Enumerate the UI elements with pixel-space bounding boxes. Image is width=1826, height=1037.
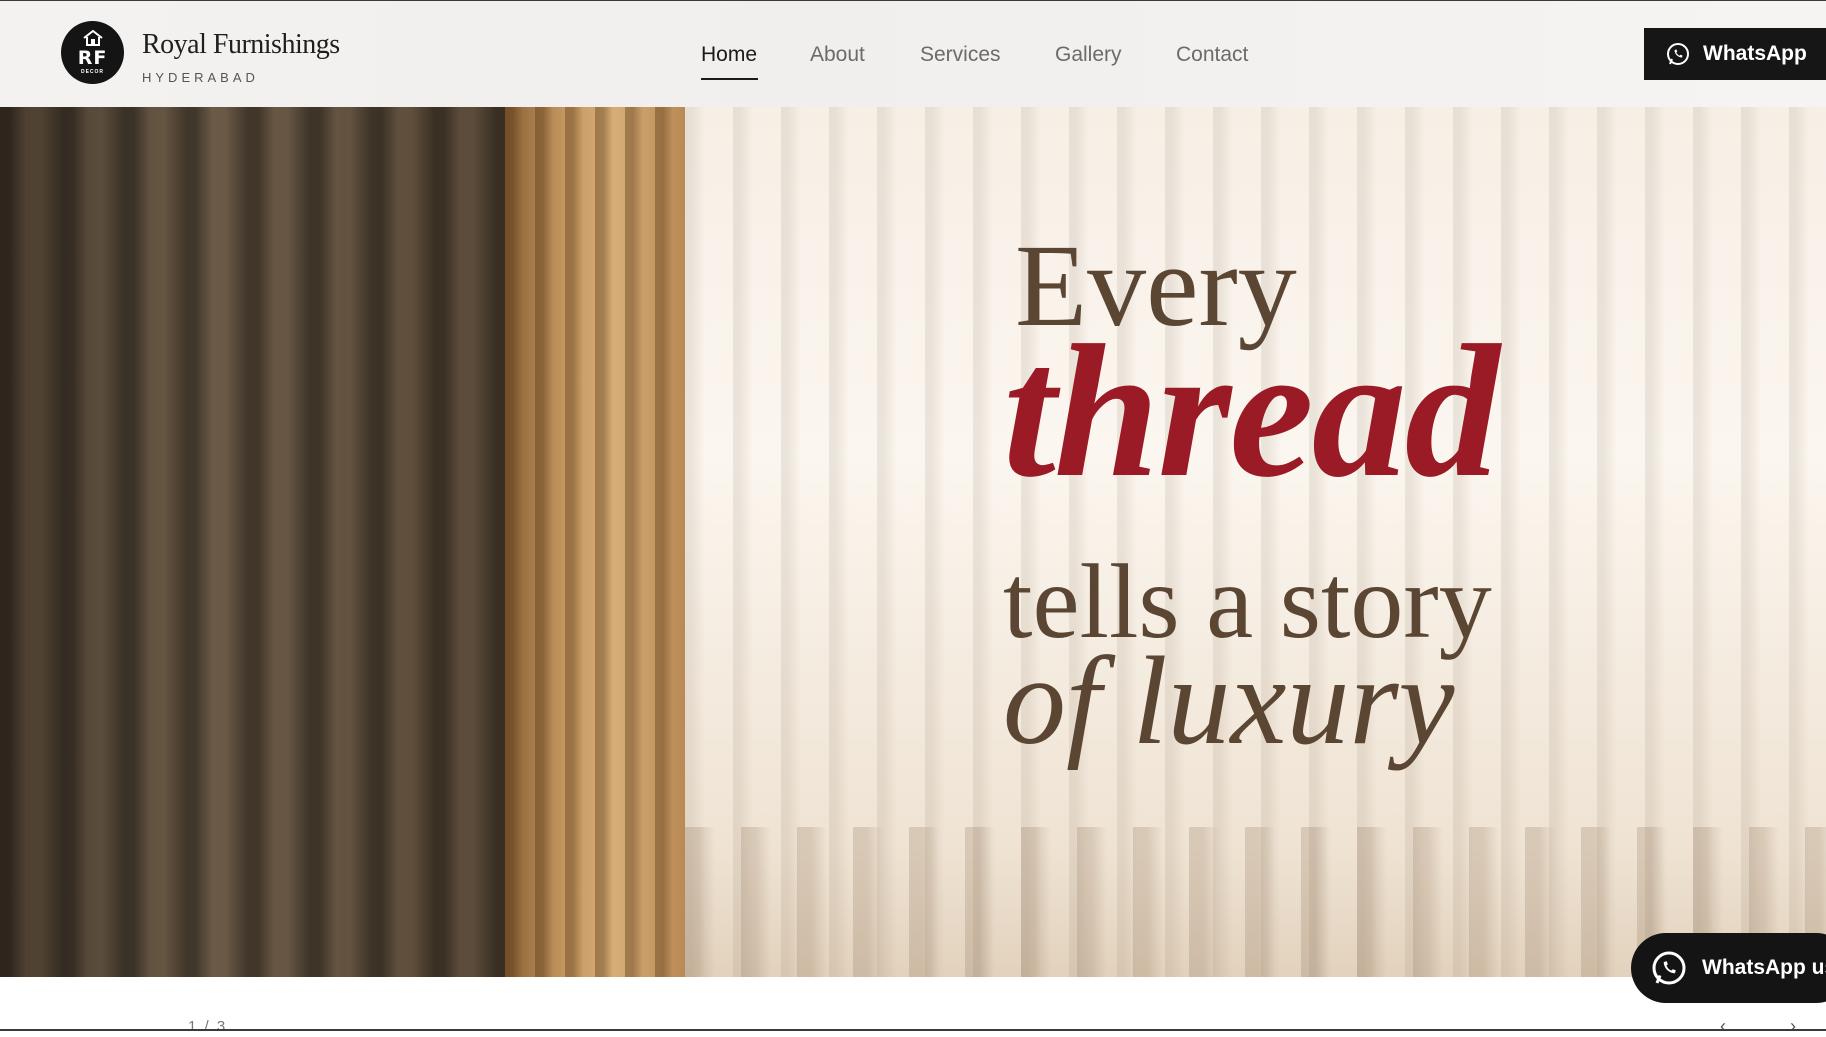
whatsapp-icon: [1667, 43, 1689, 65]
brand-logo[interactable]: RF DECOR: [61, 21, 124, 84]
nav-contact[interactable]: Contact: [1176, 43, 1248, 67]
logo-subtext: DECOR: [80, 69, 105, 75]
hero-banner: Every thread tells a story of luxury: [0, 107, 1826, 977]
floating-whatsapp-label: WhatsApp us: [1702, 956, 1826, 979]
slider-next-arrow[interactable]: ›: [1790, 1016, 1796, 1037]
header-whatsapp-button[interactable]: WhatsApp: [1644, 28, 1826, 80]
brand-city: HYDERABAD: [142, 70, 259, 85]
header-whatsapp-label: WhatsApp: [1703, 42, 1807, 65]
hero-curtain-linen: [505, 107, 685, 977]
hero-curtain-dark: [0, 107, 505, 977]
logo-monogram: RF: [77, 47, 108, 69]
hero-line-thread: thread: [1003, 307, 1500, 517]
nav-active-indicator: [701, 78, 758, 80]
floating-whatsapp-button[interactable]: WhatsApp us: [1631, 933, 1826, 1003]
slider-prev-arrow[interactable]: ‹: [1720, 1016, 1726, 1037]
house-icon: [83, 30, 103, 46]
nav-home[interactable]: Home: [701, 43, 757, 67]
nav-services[interactable]: Services: [920, 43, 1001, 67]
brand-name[interactable]: Royal Furnishings: [142, 29, 340, 61]
whatsapp-icon: [1652, 951, 1686, 985]
slide-counter: 1 / 3: [188, 1018, 228, 1035]
nav-about[interactable]: About: [810, 43, 865, 67]
hero-line-luxury: of luxury: [1003, 632, 1455, 771]
site-header: RF DECOR Royal Furnishings HYDERABAD Hom…: [0, 1, 1826, 108]
nav-gallery[interactable]: Gallery: [1055, 43, 1122, 67]
